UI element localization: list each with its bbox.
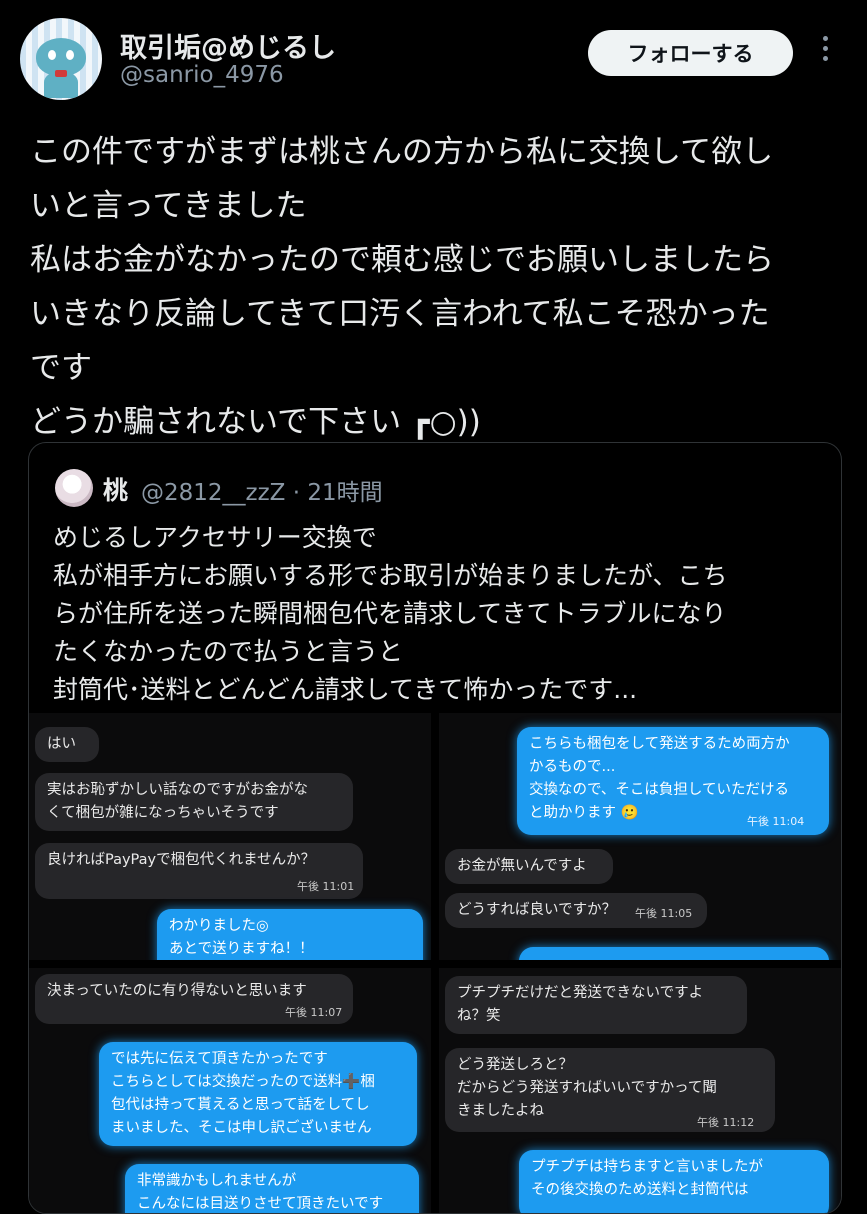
chat-screenshot-4[interactable]: プチプチだけだと発送できないですよ ね？笑 どう発送しろと？ だからどう発送すれ… — [439, 968, 841, 1213]
avatar-eye-right — [66, 50, 74, 60]
quote-line: たくなかったので払うと言うと — [53, 637, 404, 666]
chat-screenshot-2[interactable]: こちらも梱包をして発送するため両方か かるもので... 交換なので、そこは負担し… — [439, 713, 841, 960]
quoted-author-avatar[interactable] — [55, 469, 93, 507]
quote-line: 私が相手方にお願いする形でお取引が始まりましたが、こち — [53, 561, 728, 590]
chat-bubble-sent: では先に伝えて頂きたかったです こちらとしては交換だったので送料➕梱 包代は持っ… — [99, 1042, 417, 1146]
message-time: 午後 11:12 — [697, 1116, 755, 1129]
chat-bubble-received: 実はお恥ずかしい話なのですがお金がな くて梱包が雑になっちゃいそうです — [35, 773, 353, 831]
message-time: 午後 11:01 — [297, 880, 355, 893]
more-options-icon[interactable] — [818, 36, 832, 70]
author-handle[interactable]: @sanrio_4976 — [120, 62, 284, 88]
tweet-line: です — [30, 350, 92, 386]
tweet-line: 私はお金がなかったので頼む感じでお願いしましたら — [30, 242, 774, 278]
tweet-line: いきなり反論してきて口汚く言われて私こそ恐かった — [30, 296, 770, 332]
quoted-author-meta: @2812__zzZ · 21時間 — [141, 480, 383, 506]
quote-line: らが住所を送った瞬間梱包代を請求してきてトラブルになり — [53, 599, 727, 628]
tweet-line: いと言ってきました — [30, 188, 307, 224]
quoted-tweet-text: めじるしアクセサリー交換で 私が相手方にお願いする形でお取引が始まりましたが、こ… — [53, 519, 833, 709]
chat-screenshot-3[interactable]: 決まっていたのに有り得ないと思います 午後 11:07 では先に伝えて頂きたかっ… — [29, 968, 431, 1213]
author-display-name[interactable]: 取引垢@めじるし — [120, 26, 336, 65]
message-time: 午後 11:07 — [285, 1006, 343, 1019]
avatar-eye-left — [48, 50, 56, 60]
chat-bubble-received: お金が無いんですよ — [445, 849, 613, 884]
quote-line: めじるしアクセサリー交換で — [53, 523, 377, 552]
quote-line: 封筒代･送料とどんどん請求してきて怖かったです... — [53, 675, 638, 704]
avatar-bow — [55, 70, 67, 77]
follow-button[interactable]: フォローする — [588, 30, 793, 76]
chat-bubble-received: はい — [35, 727, 99, 762]
chat-bubble-sent — [519, 947, 829, 960]
chat-bubble-sent: プチプチは持ちますと言いましたが その後交換のため送料と封筒代は — [519, 1150, 829, 1213]
tweet-line: この件ですがまずは桃さんの方から私に交換して欲し — [30, 134, 774, 170]
author-avatar[interactable] — [20, 18, 102, 100]
chat-bubble-sent: 非常識かもしれませんが こんなには目送りさせて頂きたいです — [125, 1164, 419, 1213]
quoted-author-name[interactable]: 桃 — [103, 471, 128, 507]
attached-screenshots-grid[interactable]: はい 実はお恥ずかしい話なのですがお金がな くて梱包が雑になっちゃいそうです 良… — [29, 713, 841, 1213]
tweet-text: この件ですがまずは桃さんの方から私に交換して欲し いと言ってきました 私はお金が… — [30, 125, 850, 449]
tweet-line: どうか騙されないで下さい ┏○)) — [30, 404, 481, 440]
quoted-tweet[interactable]: 桃 @2812__zzZ · 21時間 めじるしアクセサリー交換で 私が相手方に… — [28, 442, 842, 1214]
message-time: 午後 11:05 — [635, 907, 693, 920]
chat-bubble-received: プチプチだけだと発送できないですよ ね？笑 — [445, 976, 747, 1034]
message-time: 午後 11:04 — [747, 815, 805, 828]
chat-screenshot-1[interactable]: はい 実はお恥ずかしい話なのですがお金がな くて梱包が雑になっちゃいそうです 良… — [29, 713, 431, 960]
chat-bubble-sent: わかりました◎ あとで送りますね！！ — [157, 909, 423, 960]
